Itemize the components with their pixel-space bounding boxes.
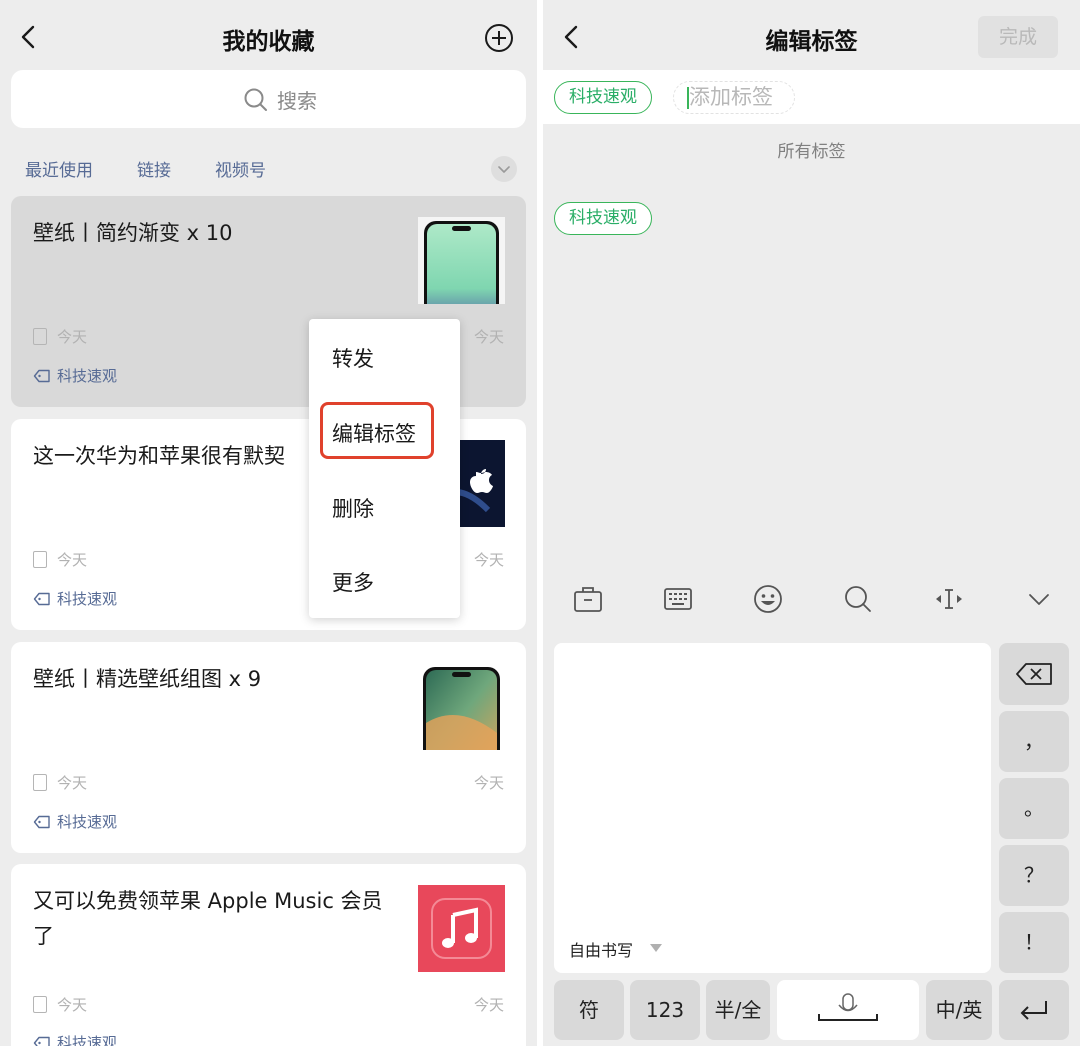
- card-thumbnail: [418, 217, 505, 304]
- add-tag-input[interactable]: 添加标签: [673, 81, 795, 114]
- card-date: 今天: [33, 994, 87, 1015]
- cursor-move-icon[interactable]: [932, 582, 966, 616]
- nav-bar: 编辑标签 完成: [543, 0, 1080, 70]
- context-menu: 转发 编辑标签 删除 更多: [309, 319, 460, 618]
- card-tag[interactable]: 科技速观: [33, 811, 117, 832]
- filter-recent[interactable]: 最近使用: [25, 156, 93, 181]
- search-bar[interactable]: 搜索: [11, 70, 526, 128]
- music-app-icon: [418, 885, 505, 972]
- card-tag[interactable]: 科技速观: [33, 1032, 117, 1046]
- favorite-card[interactable]: 壁纸丨精选壁纸组图 x 9 今天 今天 科技速观: [11, 642, 526, 853]
- document-icon: [33, 328, 47, 345]
- card-tag[interactable]: 科技速观: [33, 588, 117, 609]
- chevron-down-icon[interactable]: [1022, 582, 1056, 616]
- handwriting-area[interactable]: 自由书写: [554, 643, 991, 973]
- toolbox-icon[interactable]: [571, 582, 605, 616]
- keyboard: 自由书写 ， 。 ？ ！ 符 123 半/全 中/英: [543, 566, 1080, 1046]
- card-title: 又可以免费领苹果 Apple Music 会员了: [33, 889, 383, 948]
- selected-tag-chip[interactable]: 科技速观: [554, 81, 652, 114]
- keyboard-icon[interactable]: [661, 582, 695, 616]
- enter-icon: [1020, 1001, 1047, 1020]
- symbols-key[interactable]: 符: [554, 980, 624, 1040]
- filter-row: 最近使用 链接 视频号: [0, 156, 537, 184]
- menu-item-more[interactable]: 更多: [332, 567, 374, 597]
- filter-channels[interactable]: 视频号: [215, 156, 266, 181]
- menu-item-delete[interactable]: 删除: [332, 493, 374, 523]
- backspace-key[interactable]: [999, 643, 1069, 705]
- add-circle-icon[interactable]: [484, 23, 514, 53]
- favorites-screen: 我的收藏 搜索 最近使用 链接 视频号 壁纸丨简约渐变 x 10 今天 今天 科…: [0, 0, 537, 1046]
- card-thumbnail: [418, 885, 505, 972]
- filter-links[interactable]: 链接: [137, 156, 171, 181]
- nav-bar: 我的收藏: [0, 0, 537, 70]
- search-icon: [244, 88, 267, 111]
- chevron-down-icon: [498, 166, 510, 173]
- card-date: 今天: [33, 326, 87, 347]
- card-tag[interactable]: 科技速观: [33, 365, 117, 386]
- card-date-right: 今天: [473, 328, 504, 346]
- tag-icon: [33, 369, 50, 383]
- question-key[interactable]: ？: [999, 845, 1069, 906]
- backspace-icon: [1016, 663, 1052, 685]
- half-full-width-key[interactable]: 半/全: [706, 980, 770, 1040]
- tag-icon: [33, 592, 50, 606]
- tag-icon: [33, 815, 50, 829]
- phone-wallpaper-image: [424, 221, 499, 304]
- add-tag-placeholder: 添加标签: [689, 85, 773, 109]
- favorite-card[interactable]: 又可以免费领苹果 Apple Music 会员了 今天 今天 科技速观: [11, 864, 526, 1046]
- phone-wallpaper-image: [423, 667, 500, 750]
- all-tags-heading: 所有标签: [777, 142, 846, 162]
- handwriting-mode-label[interactable]: 自由书写: [569, 937, 633, 961]
- comma-key[interactable]: ，: [999, 711, 1069, 772]
- search-icon[interactable]: [841, 582, 875, 616]
- document-icon: [33, 551, 47, 568]
- period-key[interactable]: 。: [999, 778, 1069, 839]
- expand-filters-button[interactable]: [491, 156, 517, 182]
- page-title: 我的收藏: [222, 29, 315, 55]
- dropdown-triangle-icon: [650, 944, 662, 952]
- selected-tags-bar: 科技速观 添加标签: [543, 70, 1080, 124]
- menu-item-edit-tags[interactable]: 编辑标签: [332, 418, 416, 448]
- search-placeholder: 搜索: [277, 89, 317, 113]
- menu-item-forward[interactable]: 转发: [332, 343, 374, 373]
- done-button[interactable]: 完成: [978, 16, 1058, 58]
- card-date-right: 今天: [473, 996, 504, 1014]
- card-title: 壁纸丨精选壁纸组图 x 9: [33, 667, 262, 691]
- numbers-key[interactable]: 123: [630, 980, 700, 1040]
- card-date-right: 今天: [473, 551, 504, 569]
- text-caret: [687, 87, 689, 109]
- card-thumbnail: [418, 663, 505, 750]
- chinese-english-key[interactable]: 中/英: [926, 980, 992, 1040]
- enter-key[interactable]: [999, 980, 1069, 1040]
- card-date-right: 今天: [473, 774, 504, 792]
- card-date: 今天: [33, 549, 87, 570]
- microphone-icon: [818, 993, 878, 1021]
- card-date: 今天: [33, 772, 87, 793]
- emoji-icon[interactable]: [751, 582, 785, 616]
- document-icon: [33, 996, 47, 1013]
- card-title: 壁纸丨简约渐变 x 10: [33, 221, 233, 245]
- document-icon: [33, 774, 47, 791]
- tag-option[interactable]: 科技速观: [554, 202, 652, 235]
- space-key[interactable]: [777, 980, 919, 1040]
- exclamation-key[interactable]: ！: [999, 912, 1069, 973]
- edit-tags-screen: 编辑标签 完成 科技速观 添加标签 所有标签 科技速观 自由书写 ， 。 ？ ！…: [543, 0, 1080, 1046]
- tag-icon: [33, 1036, 50, 1046]
